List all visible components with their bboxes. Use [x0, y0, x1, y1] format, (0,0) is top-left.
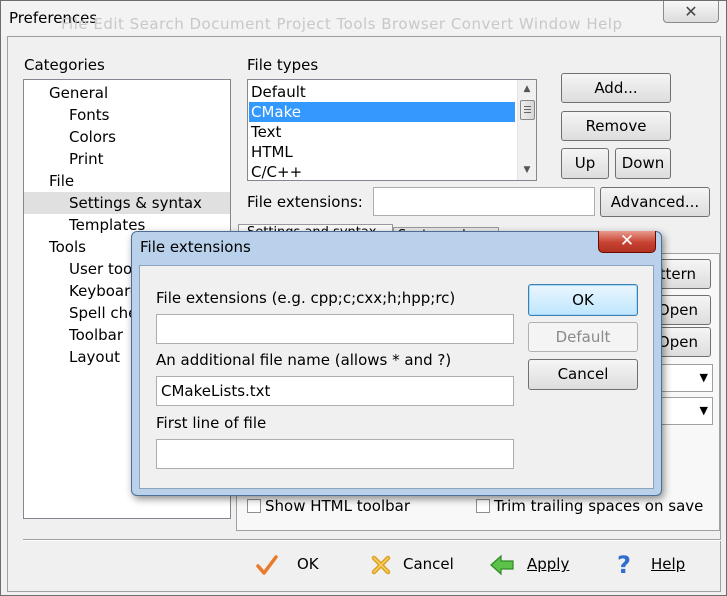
close-icon[interactable]: ✕	[663, 1, 719, 23]
dialog-ext-label: File extensions (e.g. cpp;c;cxx;h;hpp;rc…	[156, 289, 456, 307]
apply-arrow-icon	[490, 554, 514, 576]
file-extensions-label: File extensions:	[247, 193, 363, 211]
help-label: Help	[651, 555, 686, 573]
chevron-down-icon: ▼	[699, 371, 708, 384]
tree-item-print[interactable]: Print	[69, 150, 104, 168]
ok-label: OK	[297, 555, 319, 573]
show-html-toolbar-checkbox[interactable]	[247, 499, 261, 513]
down-button[interactable]: Down	[615, 148, 671, 179]
open-button-1-label: Open	[657, 301, 698, 319]
dialog-cancel-button[interactable]: Cancel	[528, 359, 638, 390]
list-item[interactable]: C/C++	[249, 162, 515, 180]
dialog-firstline-input[interactable]	[156, 439, 514, 469]
tree-item-tools[interactable]: Tools	[49, 238, 86, 256]
list-item[interactable]: HTML	[249, 142, 515, 162]
tree-item-toolbar[interactable]: Toolbar	[69, 326, 123, 344]
dialog-title: File extensions	[140, 238, 251, 256]
advanced-button[interactable]: Advanced...	[600, 187, 710, 217]
tree-item-general[interactable]: General	[49, 84, 108, 102]
list-item-selected[interactable]: CMake	[249, 102, 515, 122]
tree-item-settings-syntax[interactable]: Settings & syntax	[69, 194, 202, 212]
categories-label: Categories	[24, 56, 105, 74]
tree-item-colors[interactable]: Colors	[69, 128, 116, 146]
trim-trailing-label: Trim trailing spaces on save	[494, 497, 704, 515]
footer-separator	[23, 539, 721, 541]
show-html-toolbar-label: Show HTML toolbar	[265, 497, 411, 515]
background-menu-ghost: File Edit Search Document Project Tools …	[61, 15, 623, 33]
remove-button[interactable]: Remove	[561, 111, 671, 141]
file-types-scrollbar[interactable]: ▲ ▼	[517, 80, 536, 180]
scroll-up-icon[interactable]: ▲	[520, 82, 534, 96]
svg-text:?: ?	[617, 551, 631, 579]
trim-trailing-checkbox[interactable]	[476, 499, 490, 513]
apply-label: Apply	[527, 555, 570, 573]
dialog-firstline-label: First line of file	[156, 414, 267, 432]
file-extensions-input[interactable]	[373, 187, 595, 216]
up-button[interactable]: Up	[561, 148, 609, 179]
tree-item-file[interactable]: File	[49, 172, 74, 190]
scroll-down-icon[interactable]: ▼	[520, 163, 534, 177]
title-bar: Preferences File Edit Search Document Pr…	[1, 1, 726, 35]
checkmark-icon	[256, 555, 278, 575]
cancel-x-icon	[371, 555, 391, 575]
chevron-down-icon: ▼	[699, 404, 708, 417]
apply-button[interactable]: Apply	[485, 549, 585, 581]
dialog-ok-button[interactable]: OK	[528, 284, 638, 316]
file-types-list[interactable]: Default CMake Text HTML C/C++ ▲ ▼	[247, 79, 537, 181]
dialog-default-button[interactable]: Default	[528, 322, 638, 352]
list-item[interactable]: Default	[249, 82, 515, 102]
tree-item-keyboard[interactable]: Keyboard	[69, 282, 140, 300]
dialog-filename-input[interactable]: CMakeLists.txt	[156, 376, 514, 406]
dialog-close-icon[interactable]: ✕	[598, 231, 656, 253]
ok-button[interactable]: OK	[251, 549, 341, 581]
file-types-label: File types	[247, 56, 319, 74]
file-extensions-dialog: File extensions ✕ File extensions (e.g. …	[131, 231, 662, 496]
dialog-body: File extensions (e.g. cpp;c;cxx;h;hpp;rc…	[139, 265, 654, 489]
list-item[interactable]: Text	[249, 122, 515, 142]
dialog-filename-label: An additional file name (allows * and ?)	[156, 351, 452, 369]
dialog-ext-input[interactable]	[156, 314, 514, 344]
help-button[interactable]: ? Help	[611, 549, 701, 581]
tree-item-fonts[interactable]: Fonts	[69, 106, 109, 124]
open-button-2-label: Open	[657, 333, 698, 351]
cancel-button[interactable]: Cancel	[365, 549, 465, 581]
add-button[interactable]: Add...	[561, 73, 671, 103]
scroll-thumb[interactable]	[520, 100, 535, 120]
help-question-icon: ?	[617, 551, 631, 579]
tree-item-layout[interactable]: Layout	[69, 348, 120, 366]
cancel-label: Cancel	[403, 555, 454, 573]
